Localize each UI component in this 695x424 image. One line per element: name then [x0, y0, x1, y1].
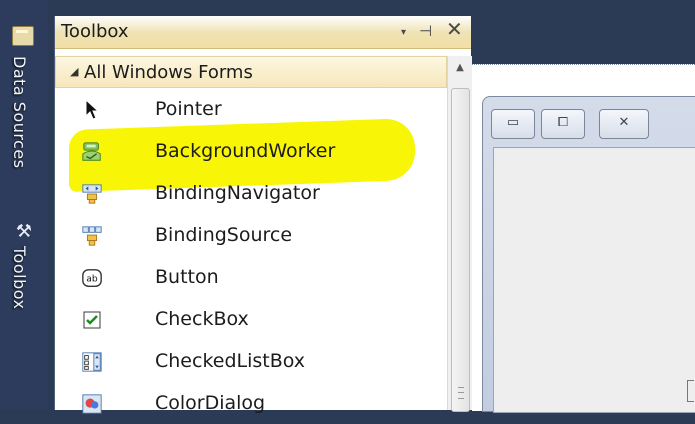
- item-label: Button: [155, 266, 219, 288]
- maximize-button[interactable]: ⧠: [541, 109, 585, 139]
- form-window[interactable]: ▭ ⧠ ✕: [482, 96, 695, 413]
- item-label: BackgroundWorker: [155, 140, 336, 162]
- button-icon: ab: [81, 267, 103, 289]
- pointer-icon: [81, 99, 103, 121]
- checked-listbox-icon: [81, 351, 103, 373]
- tab-toolbox[interactable]: Toolbox: [10, 246, 29, 310]
- toolbox-item-pointer[interactable]: Pointer: [55, 92, 447, 130]
- minimize-button[interactable]: ▭: [491, 109, 535, 139]
- scroll-up-icon[interactable]: ▲: [448, 56, 472, 78]
- svg-text:ab: ab: [86, 274, 98, 285]
- form-client-area[interactable]: [493, 147, 695, 413]
- checkbox-icon: [81, 309, 103, 331]
- toolbox-item-checkedlistbox[interactable]: CheckedListBox: [55, 344, 447, 382]
- item-label: BindingNavigator: [155, 182, 320, 204]
- vertical-scrollbar[interactable]: ▲: [447, 56, 472, 412]
- toolbox-title: Toolbox: [61, 21, 129, 42]
- expand-arrow-icon[interactable]: ◢: [70, 65, 78, 78]
- toolbox-item-button[interactable]: ab Button: [55, 260, 447, 298]
- close-icon[interactable]: ✕: [446, 18, 463, 40]
- item-label: ColorDialog: [155, 392, 266, 414]
- toolbox-header: Toolbox ▾ ⊣ ✕: [55, 16, 471, 49]
- item-label: CheckedListBox: [155, 350, 306, 372]
- item-label: BindingSource: [155, 224, 293, 246]
- grip-icon: [458, 387, 464, 399]
- section-label: All Windows Forms: [84, 62, 253, 83]
- binding-navigator-icon: [81, 183, 103, 205]
- section-all-windows-forms[interactable]: ◢ All Windows Forms: [55, 56, 447, 88]
- toolbox-item-bindingsource[interactable]: BindingSource: [55, 218, 447, 256]
- close-button[interactable]: ✕: [599, 109, 649, 139]
- dropdown-icon[interactable]: ▾: [401, 22, 406, 44]
- binding-source-icon: [81, 225, 103, 247]
- item-label: Pointer: [155, 98, 222, 120]
- side-tab-strip: Data Sources ⚒ Toolbox: [0, 0, 48, 410]
- background-worker-icon: [81, 141, 103, 163]
- item-label: CheckBox: [155, 308, 249, 330]
- toolbox-item-backgroundworker[interactable]: BackgroundWorker: [55, 134, 447, 172]
- pin-icon[interactable]: ⊣: [419, 20, 432, 42]
- toolbox-item-colordialog[interactable]: ColorDialog: [55, 386, 447, 424]
- toolbox-item-checkbox[interactable]: CheckBox: [55, 302, 447, 340]
- resize-handle[interactable]: [687, 380, 694, 402]
- toolbox-panel: Toolbox ▾ ⊣ ✕ ◢ All Windows Forms Pointe…: [54, 16, 472, 414]
- data-sources-icon[interactable]: [12, 26, 34, 46]
- scroll-thumb[interactable]: [451, 88, 470, 412]
- toolbox-item-bindingnavigator[interactable]: BindingNavigator: [55, 176, 447, 214]
- toolbox-icon[interactable]: ⚒: [13, 222, 35, 242]
- tab-data-sources[interactable]: Data Sources: [10, 56, 29, 169]
- color-dialog-icon: [81, 393, 103, 415]
